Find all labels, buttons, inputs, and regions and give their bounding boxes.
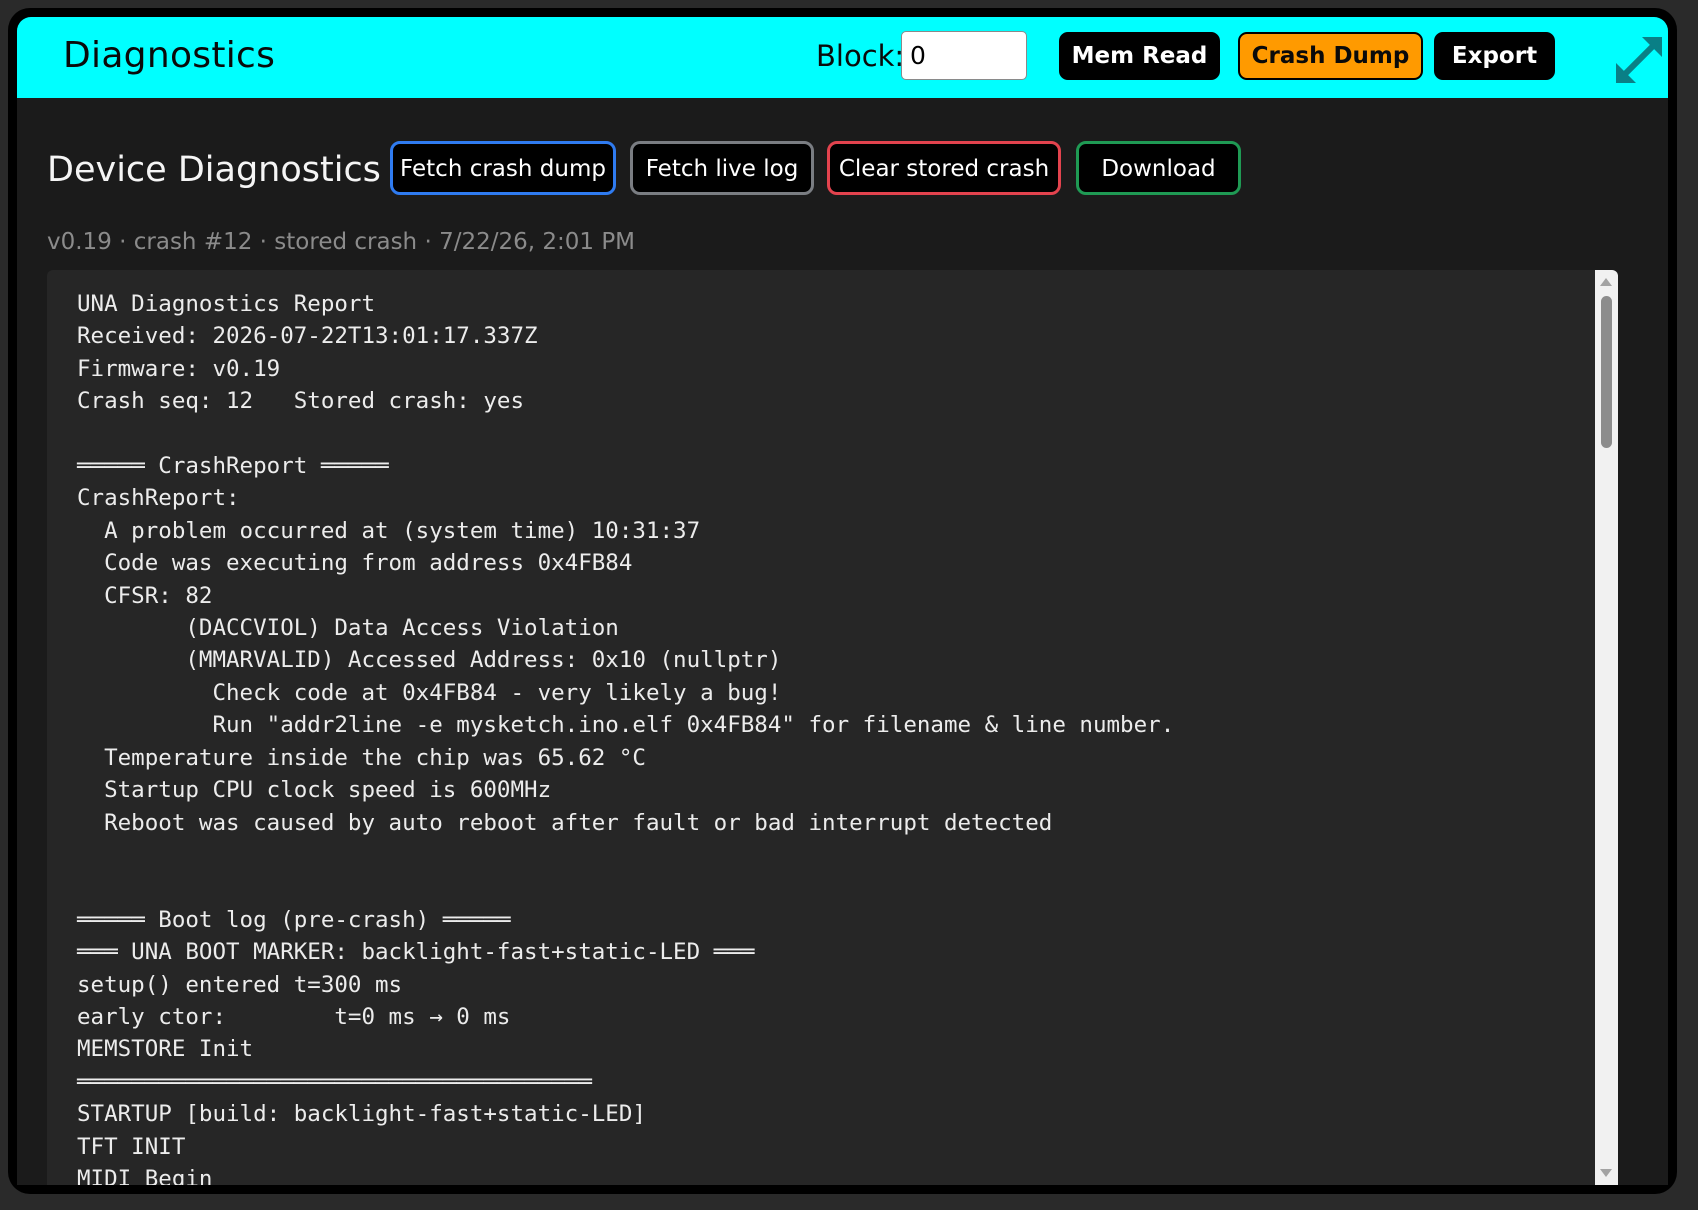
block-input[interactable] [901, 31, 1027, 80]
mem-read-button[interactable]: Mem Read [1059, 32, 1220, 80]
app-content: Diagnostics Block: Mem Read Crash Dump E… [17, 17, 1668, 1185]
fetch-live-log-button[interactable]: Fetch live log [630, 141, 814, 195]
clear-stored-crash-button[interactable]: Clear stored crash [827, 141, 1061, 195]
app-title: Diagnostics [63, 35, 276, 76]
block-label: Block: [816, 39, 905, 73]
expand-icon[interactable] [1614, 35, 1664, 85]
scroll-up-icon[interactable] [1600, 278, 1612, 286]
export-button[interactable]: Export [1434, 32, 1555, 80]
log-scrollbar[interactable] [1595, 270, 1618, 1185]
crash-dump-button[interactable]: Crash Dump [1238, 32, 1423, 80]
app-window: Diagnostics Block: Mem Read Crash Dump E… [8, 8, 1677, 1194]
log-text: UNA Diagnostics Report Received: 2026-07… [77, 291, 1175, 1185]
scrollbar-thumb[interactable] [1601, 296, 1612, 448]
report-meta: v0.19 · crash #12 · stored crash · 7/22/… [47, 229, 636, 255]
page-title: Device Diagnostics [47, 150, 381, 190]
fetch-crash-dump-button[interactable]: Fetch crash dump [390, 141, 616, 195]
top-bar: Diagnostics Block: Mem Read Crash Dump E… [17, 17, 1668, 98]
download-button[interactable]: Download [1076, 141, 1241, 195]
log-panel[interactable]: UNA Diagnostics Report Received: 2026-07… [47, 270, 1618, 1185]
scroll-down-icon[interactable] [1600, 1169, 1612, 1177]
